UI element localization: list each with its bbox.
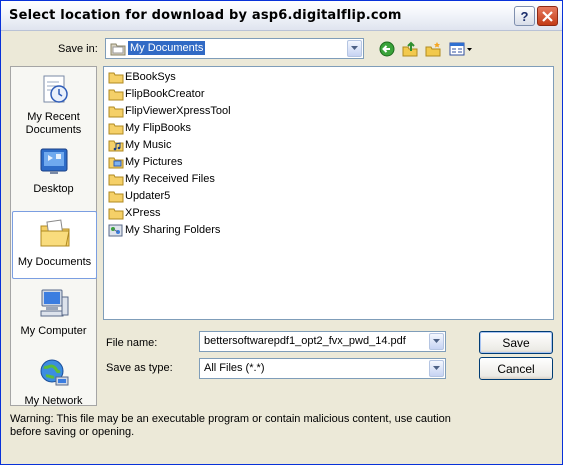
list-item[interactable]: My Sharing Folders (108, 222, 220, 238)
place-desktop[interactable]: Desktop (12, 145, 95, 195)
place-label-line1: My Computer (20, 325, 87, 337)
back-button[interactable] (377, 40, 397, 58)
my-network-icon (12, 357, 95, 393)
save-as-type-label: Save as type: (106, 362, 173, 374)
close-button[interactable] (537, 6, 558, 26)
title-bar[interactable]: Select location for download by asp6.dig… (1, 1, 562, 31)
file-name: Updater5 (125, 190, 171, 202)
list-item[interactable]: FlipBookCreator (108, 86, 204, 102)
folder-small-icon (110, 41, 126, 59)
place-my-network[interactable]: My Network (12, 357, 95, 407)
pictures-folder-icon (108, 154, 124, 170)
file-name-field[interactable]: bettersoftwarepdf1_opt2_fvx_pwd_14.pdf (199, 331, 446, 352)
file-name-value[interactable]: bettersoftwarepdf1_opt2_fvx_pwd_14.pdf (204, 335, 406, 347)
file-name: My Music (125, 139, 172, 151)
list-item[interactable]: Updater5 (108, 188, 170, 204)
cancel-button[interactable]: Cancel (479, 357, 553, 380)
list-item[interactable]: My FlipBooks (108, 120, 191, 136)
recent-documents-icon (12, 73, 95, 109)
file-name: My Sharing Folders (125, 224, 221, 236)
new-folder-button[interactable] (423, 40, 443, 58)
file-name: EBookSys (125, 71, 176, 83)
desktop-icon (12, 145, 95, 181)
place-label-line2: Documents (25, 124, 82, 136)
save-button[interactable]: Save (479, 331, 553, 354)
folder-icon (108, 205, 124, 221)
list-item[interactable]: My Music (108, 137, 171, 153)
my-documents-icon (13, 217, 96, 253)
file-name: FlipBookCreator (125, 88, 205, 100)
new-folder-icon (425, 42, 441, 57)
list-item[interactable]: My Pictures (108, 154, 182, 170)
folder-icon (108, 86, 124, 102)
file-name: My FlipBooks (125, 122, 192, 134)
place-label-line1: My Network (24, 395, 83, 407)
folder-icon (108, 188, 124, 204)
save-dialog: Select location for download by asp6.dig… (0, 0, 563, 465)
window-title: Select location for download by asp6.dig… (9, 8, 402, 23)
places-bar: My Recent Documents Desktop My Documents… (10, 66, 97, 407)
place-label-line1: My Documents (17, 256, 92, 268)
help-icon: ? (520, 8, 529, 24)
place-my-recent-documents[interactable]: My Recent Documents (12, 73, 95, 136)
place-my-documents[interactable]: My Documents (12, 211, 97, 279)
file-name: XPress (125, 207, 161, 219)
music-folder-icon (108, 137, 124, 153)
save-in-dropdown[interactable]: My Documents (105, 38, 364, 59)
close-icon (542, 10, 553, 22)
chevron-down-icon[interactable] (429, 360, 444, 377)
save-in-label: Save in: (58, 43, 98, 55)
up-folder-icon (402, 41, 418, 57)
up-folder-button[interactable] (400, 40, 420, 58)
help-button[interactable]: ? (514, 6, 535, 26)
file-name: My Pictures (125, 156, 183, 168)
list-item[interactable]: My Received Files (108, 171, 215, 187)
save-as-type-value: All Files (*.*) (204, 362, 265, 374)
list-item[interactable]: XPress (108, 205, 160, 221)
folder-icon (108, 103, 124, 119)
place-label-line1: Desktop (33, 183, 74, 195)
sharing-folder-icon (108, 222, 124, 238)
folder-icon (108, 171, 124, 187)
list-item[interactable]: EBookSys (108, 69, 176, 85)
chevron-down-icon[interactable] (429, 333, 444, 350)
views-menu-button[interactable] (448, 40, 474, 58)
folder-icon (108, 120, 124, 136)
views-icon (449, 42, 472, 56)
file-name: FlipViewerXpressTool (125, 105, 231, 117)
my-computer-icon (12, 287, 95, 323)
file-name: My Received Files (125, 173, 215, 185)
file-name-label: File name: (106, 337, 158, 349)
chevron-down-icon[interactable] (347, 40, 362, 57)
security-warning: Warning: This file may be an executable … (10, 413, 451, 438)
folder-icon (108, 69, 124, 85)
save-as-type-dropdown[interactable]: All Files (*.*) (199, 358, 446, 379)
place-label-line1: My Recent (27, 111, 80, 123)
place-my-computer[interactable]: My Computer (12, 287, 95, 342)
save-in-value: My Documents (128, 41, 206, 55)
list-item[interactable]: FlipViewerXpressTool (108, 103, 231, 119)
back-arrow-icon (379, 41, 395, 57)
file-list[interactable]: EBookSys FlipBookCreator FlipViewerXpres… (103, 66, 554, 320)
